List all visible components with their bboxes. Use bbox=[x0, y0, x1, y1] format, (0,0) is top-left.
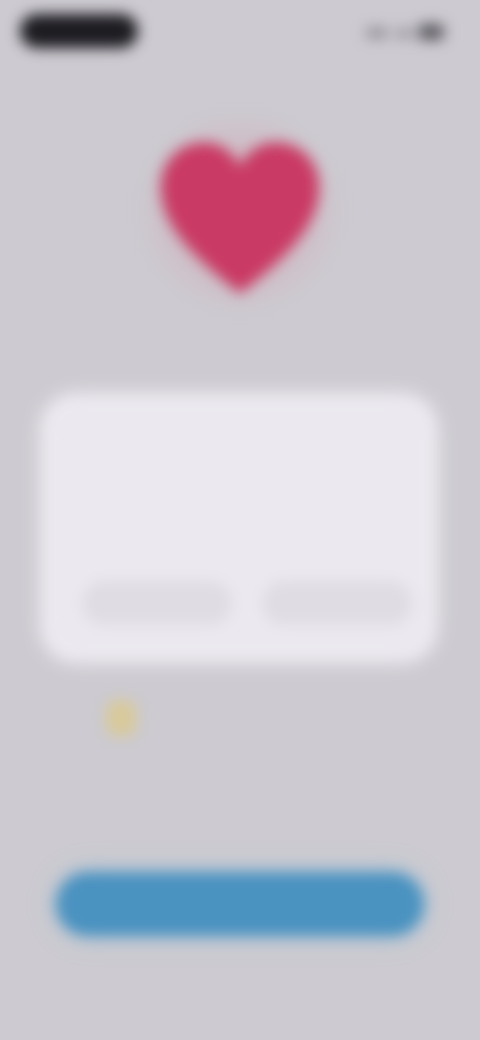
battery-icon bbox=[418, 24, 444, 40]
card-primary-button[interactable] bbox=[262, 581, 412, 625]
info-card bbox=[42, 395, 436, 661]
tip-row bbox=[96, 688, 356, 748]
header-link[interactable] bbox=[120, 58, 364, 82]
status-bar bbox=[20, 14, 460, 50]
signal-icon bbox=[366, 28, 388, 38]
status-time bbox=[20, 14, 138, 48]
headline bbox=[110, 338, 372, 366]
status-icons bbox=[360, 22, 450, 42]
card-secondary-button[interactable] bbox=[82, 581, 232, 625]
lightbulb-icon bbox=[106, 700, 136, 736]
hero-graphic bbox=[130, 115, 350, 315]
continue-button[interactable] bbox=[56, 872, 424, 936]
wifi-icon bbox=[396, 28, 412, 38]
heart-icon bbox=[160, 142, 320, 294]
